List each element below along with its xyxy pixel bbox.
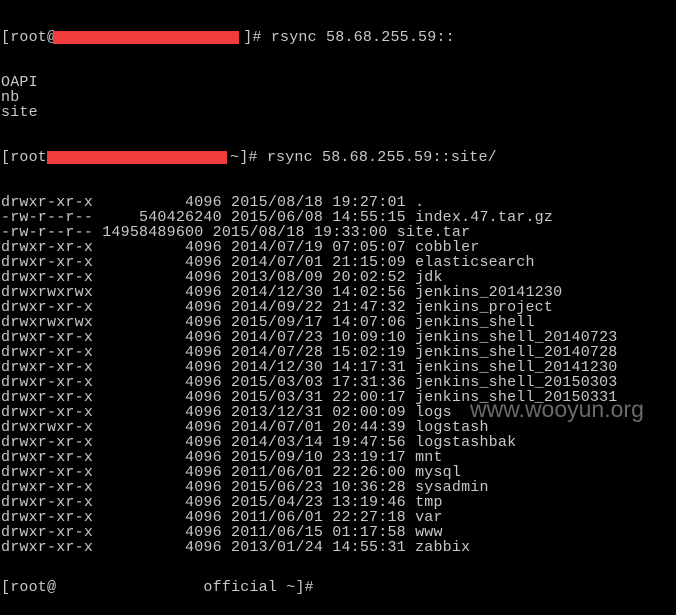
listing-row: drwxr-xr-x 4096 2013/01/24 14:55:31 zabb… [1,539,471,556]
module-name: site [1,104,38,121]
redaction-bar [47,151,227,164]
prompt-line: [root@ official ~]# [1,579,314,596]
listing-row: drwxr-xr-x 4096 2014/03/14 19:47:56 logs… [1,434,517,451]
listing-row: drwxr-xr-x 4096 2011/06/15 01:17:58 www [1,524,443,541]
listing-row: drwxr-xr-x 4096 2011/06/01 22:27:18 var [1,509,443,526]
listing-row: drwxr-xr-x 4096 2015/08/18 19:27:01 . [1,194,425,211]
listing-row: drwxr-xr-x 4096 2014/07/19 07:05:07 cobb… [1,239,480,256]
listing-row: drwxr-xr-x 4096 2015/03/03 17:31:36 jenk… [1,374,618,391]
listing-row: drwxr-xr-x 4096 2014/07/01 21:15:09 elas… [1,254,535,271]
listing-row: drwxr-xr-x 4096 2011/06/01 22:26:00 mysq… [1,464,462,481]
module-name: OAPI [1,74,38,91]
listing-row: drwxr-xr-x 4096 2014/09/22 21:47:32 jenk… [1,299,554,316]
redaction-bar [53,31,239,44]
listing-row: drwxr-xr-x 4096 2014/07/28 15:02:19 jenk… [1,344,618,361]
listing-row: drwxr-xr-x 4096 2013/08/09 20:02:52 jdk [1,269,443,286]
module-name: nb [1,89,20,106]
listing-row: drwxr-xr-x 4096 2015/06/23 10:36:28 sysa… [1,479,489,496]
terminal-output[interactable]: [root@]# rsync 58.68.255.59:: OAPI nb site… [1,0,618,615]
listing-row: drwxr-xr-x 4096 2014/07/23 10:09:10 jenk… [1,329,618,346]
listing-row: drwxr-xr-x 4096 2015/04/23 13:19:46 tmp [1,494,443,511]
listing-row: drwxr-xr-x 4096 2015/09/10 23:19:17 mnt [1,449,443,466]
watermark: www.wooyun.org [470,396,644,422]
listing-row: drwxrwxrwx 4096 2015/09/17 14:07:06 jenk… [1,314,535,331]
listing-row: drwxrwxrwx 4096 2014/12/30 14:02:56 jenk… [1,284,563,301]
prompt-line: [root@]# rsync 58.68.255.59:: [1,29,455,46]
listing-row: drwxr-xr-x 4096 2014/12/30 14:17:31 jenk… [1,359,618,376]
listing-row: -rw-r--r-- 14958489600 2015/08/18 19:33:… [1,224,471,241]
listing-row: -rw-r--r-- 540426240 2015/06/08 14:55:15… [1,209,554,226]
prompt-line: [root ~]# rsync 58.68.255.59::site/ [1,149,497,166]
